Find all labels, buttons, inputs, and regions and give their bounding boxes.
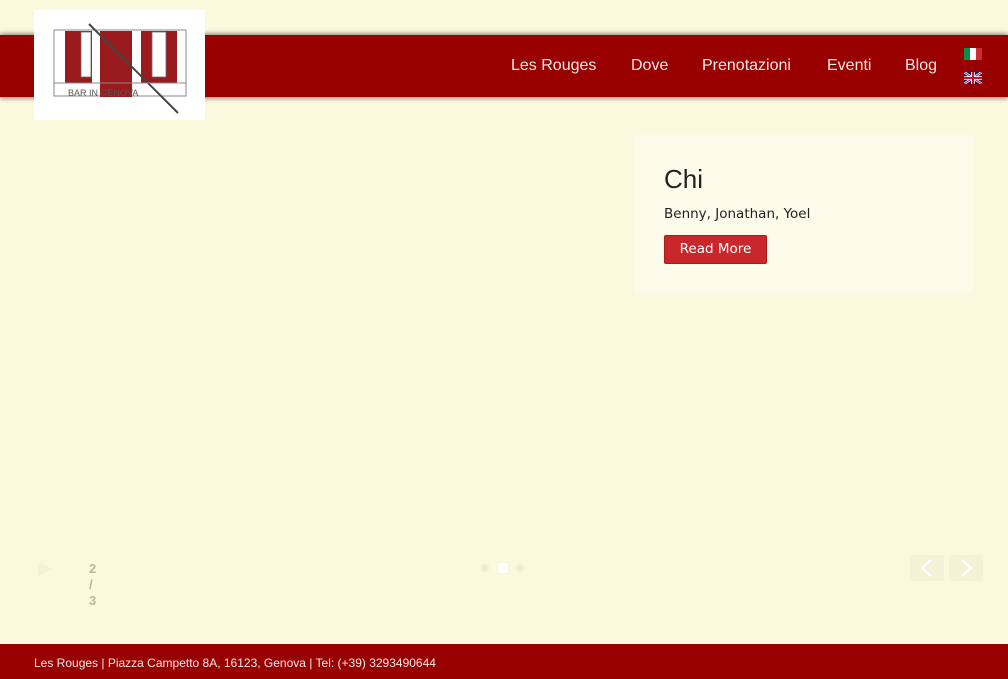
slide-dot-3[interactable] (516, 564, 524, 572)
slide-dot-2-active[interactable] (498, 563, 508, 573)
les-rouges-logo-icon: BAR IN GENOVA (53, 23, 187, 114)
nav-item-dove[interactable]: Dove (631, 56, 668, 76)
slide-pagination (478, 562, 528, 574)
read-more-button[interactable]: Read More (664, 235, 767, 264)
chevron-left-icon (920, 559, 932, 577)
svg-text:BAR IN GENOVA: BAR IN GENOVA (68, 88, 138, 98)
next-slide-button[interactable] (949, 555, 983, 581)
site-logo[interactable]: BAR IN GENOVA (34, 10, 205, 120)
nav-item-les-rouges[interactable]: Les Rouges (511, 56, 596, 76)
nav-item-prenotazioni[interactable]: Prenotazioni (702, 56, 791, 76)
play-icon[interactable] (36, 560, 56, 578)
uk-flag-icon[interactable] (964, 72, 982, 84)
nav-item-blog[interactable]: Blog (905, 56, 937, 76)
italian-flag-icon[interactable] (964, 48, 982, 60)
footer-contact-info: Les Rouges | Piazza Campetto 8A, 16123, … (34, 656, 436, 670)
slide-caption-card: Chi Benny, Jonathan, Yoel Read More (634, 135, 973, 293)
slide-title: Chi (664, 164, 704, 194)
prev-slide-button[interactable] (910, 555, 944, 581)
footer: Les Rouges | Piazza Campetto 8A, 16123, … (0, 644, 1008, 679)
chevron-right-icon (961, 559, 973, 577)
slide-dot-1[interactable] (481, 564, 489, 572)
slide-text: Benny, Jonathan, Yoel (664, 206, 811, 222)
slide-counter: 2 / 3 (89, 561, 97, 608)
nav-item-eventi[interactable]: Eventi (827, 56, 871, 76)
